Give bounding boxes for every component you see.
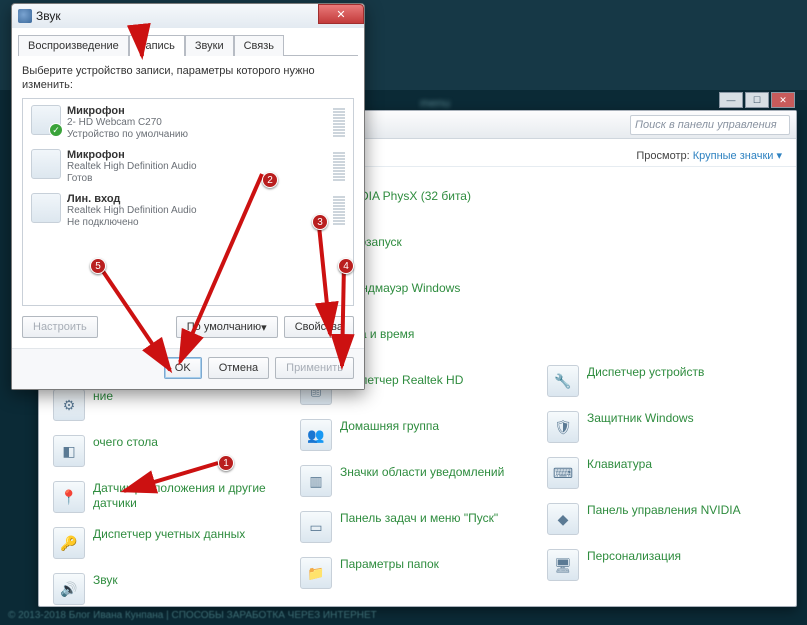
search-placeholder: Поиск в панели управления (635, 119, 777, 131)
search-input[interactable]: Поиск в панели управления (630, 115, 790, 135)
level-meter (333, 193, 345, 225)
window-controls: — ☐ ✕ (719, 92, 795, 108)
close-button[interactable]: ✕ (771, 92, 795, 108)
apply-button[interactable]: Применить (275, 357, 354, 379)
device-text: Микрофон Realtek High Definition Audio Г… (67, 149, 327, 185)
configure-button[interactable]: Настроить (22, 316, 98, 338)
cp-item-icon: 🔑 (53, 527, 85, 559)
cp-item-icon: 🖥 (547, 549, 579, 581)
dialog-bottom-buttons: OK Отмена Применить (12, 348, 364, 389)
cp-item-label: Домашняя группа (340, 419, 439, 434)
blur-text: menu (420, 96, 450, 110)
tab-звуки[interactable]: Звуки (185, 35, 234, 56)
cp-item[interactable]: ◧ очего стола (49, 429, 292, 473)
device-icon: ✓ (31, 105, 61, 135)
default-button[interactable]: По умолчанию ▾ (176, 316, 278, 338)
cp-item-label: Диспетчер учетных данных (93, 527, 245, 542)
cp-item-icon: 📁 (300, 557, 332, 589)
cp-item-label: Персонализация (587, 549, 681, 564)
dialog-title-text: Звук (36, 9, 61, 23)
cp-item-icon: ⚙ (53, 389, 85, 421)
device-buttons-row: Настроить По умолчанию ▾ Свойства (22, 306, 354, 338)
cp-item[interactable]: 🔑 Диспетчер учетных данных (49, 521, 292, 565)
device-row[interactable]: Микрофон Realtek High Definition Audio Г… (25, 145, 351, 189)
dialog-hint: Выберите устройство записи, параметры ко… (22, 64, 354, 92)
cp-item-label: Диспетчер устройств (587, 365, 704, 380)
cp-item-label: Значки области уведомлений (340, 465, 504, 480)
tab-воспроизведение[interactable]: Воспроизведение (18, 35, 129, 56)
cp-item-label: Панель задач и меню "Пуск" (340, 511, 498, 526)
cp-item-icon: ▥ (300, 465, 332, 497)
dialog-body: Выберите устройство записи, параметры ко… (12, 56, 364, 348)
properties-button[interactable]: Свойства (284, 316, 354, 338)
dialog-titlebar[interactable]: Звук ✕ (12, 4, 364, 28)
view-label: Просмотр: (636, 150, 689, 162)
cancel-button[interactable]: Отмена (208, 357, 269, 379)
footer-text: © 2013-2018 Блог Ивана Кунпана | СПОСОБЫ… (8, 610, 377, 621)
device-icon (31, 193, 61, 223)
cp-item-icon: 👥 (300, 419, 332, 451)
maximize-button[interactable]: ☐ (745, 92, 769, 108)
cp-item-label: Клавиатура (587, 457, 652, 472)
cp-item-label: Защитник Windows (587, 411, 694, 426)
tab-запись[interactable]: Запись (129, 35, 185, 56)
tab-связь[interactable]: Связь (234, 35, 284, 56)
cp-item[interactable]: ◆ Панель управления NVIDIA (543, 497, 786, 541)
cp-item[interactable]: 🔧 Диспетчер устройств (543, 359, 786, 403)
level-meter (333, 149, 345, 181)
cp-item-label: Звук (93, 573, 118, 588)
cp-item[interactable]: ▭ Панель задач и меню "Пуск" (296, 505, 539, 549)
ok-button[interactable]: OK (164, 357, 202, 379)
cp-item-icon: ◧ (53, 435, 85, 467)
cp-item[interactable]: 🛡 Защитник Windows (543, 405, 786, 449)
cp-col-3: 🔧 Диспетчер устройств🛡 Защитник Windows⌨… (543, 359, 786, 606)
device-icon (31, 149, 61, 179)
default-check-icon: ✓ (49, 123, 63, 137)
cp-item[interactable]: 🔊 Звук (49, 567, 292, 606)
cp-item[interactable]: 🖥 Персонализация (543, 543, 786, 587)
cp-item[interactable]: 👥 Домашняя группа (296, 413, 539, 457)
cp-item-icon: 📍 (53, 481, 85, 513)
cp-item-label: очего стола (93, 435, 158, 450)
view-mode-link[interactable]: Крупные значки ▾ (693, 150, 782, 162)
cp-item[interactable]: ▥ Значки области уведомлений (296, 459, 539, 503)
cp-item-icon: 🛡 (547, 411, 579, 443)
device-list[interactable]: ✓ Микрофон 2- HD Webcam C270 Устройство … (22, 98, 354, 306)
cp-item-icon: 🔧 (547, 365, 579, 397)
sound-dialog: Звук ✕ ВоспроизведениеЗаписьЗвукиСвязь В… (11, 3, 365, 390)
cp-item[interactable]: 📁 Параметры папок (296, 551, 539, 595)
minimize-button[interactable]: — (719, 92, 743, 108)
device-text: Микрофон 2- HD Webcam C270 Устройство по… (67, 105, 327, 141)
cp-item-icon: 🔊 (53, 573, 85, 605)
device-row[interactable]: Лин. вход Realtek High Definition Audio … (25, 189, 351, 233)
level-meter (333, 105, 345, 137)
device-text: Лин. вход Realtek High Definition Audio … (67, 193, 327, 229)
dialog-tabs: ВоспроизведениеЗаписьЗвукиСвязь (12, 28, 364, 55)
cp-item-icon: ◆ (547, 503, 579, 535)
speaker-icon (18, 9, 32, 23)
dialog-close-button[interactable]: ✕ (318, 4, 364, 24)
cp-item-label: Панель управления NVIDIA (587, 503, 741, 518)
cp-item[interactable]: ⌨ Клавиатура (543, 451, 786, 495)
cp-item-icon: ⌨ (547, 457, 579, 489)
cp-item-label: Параметры папок (340, 557, 439, 572)
cp-item-label: ние (93, 389, 113, 404)
cp-item-icon: ▭ (300, 511, 332, 543)
cp-item-label: Датчик расположения и другие датчики (93, 481, 288, 511)
cp-item[interactable]: 📍 Датчик расположения и другие датчики (49, 475, 292, 519)
device-row[interactable]: ✓ Микрофон 2- HD Webcam C270 Устройство … (25, 101, 351, 145)
